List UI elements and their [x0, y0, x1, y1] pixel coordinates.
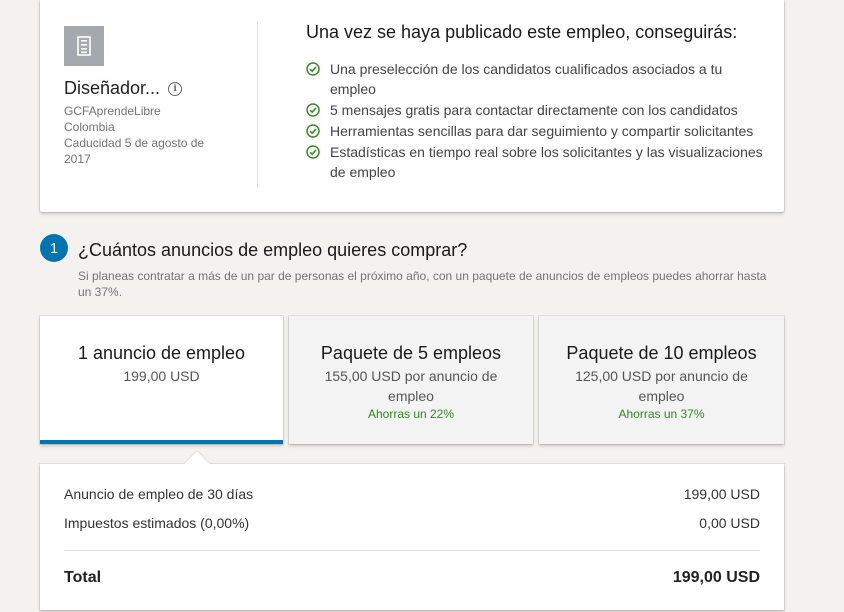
package-option-10[interactable]: Paquete de 10 empleos 125,00 USD por anu… — [539, 316, 784, 444]
step-subtitle: Si planeas contratar a más de un par de … — [78, 269, 767, 299]
job-summary-card: Diseñador... i GCFAprendeLibre Colombia … — [40, 0, 784, 212]
step-number-badge: 1 — [40, 234, 68, 262]
check-circle-icon — [306, 62, 320, 76]
summary-label: Impuestos estimados (0,00%) — [64, 515, 250, 531]
benefits-title: Una vez se haya publicado este empleo, c… — [306, 22, 738, 42]
company-name: GCFAprendeLibre — [64, 104, 161, 118]
benefit-item: 5 mensajes gratis para contactar directa… — [306, 100, 766, 120]
summary-value: 199,00 USD — [683, 486, 760, 502]
job-meta: GCFAprendeLibre Colombia Caducidad 5 de … — [64, 103, 234, 167]
job-title: Diseñador... — [64, 78, 161, 98]
benefit-text: 5 mensajes gratis para contactar directa… — [330, 102, 738, 118]
summary-row-total: Total 199,00 USD — [64, 569, 760, 587]
benefit-item: Estadísticas en tiempo real sobre los so… — [306, 142, 766, 182]
job-details: Diseñador... i GCFAprendeLibre Colombia … — [64, 26, 234, 167]
package-price: 155,00 USD por anuncio de empleo — [324, 368, 498, 404]
package-savings: Ahorras un 22% — [367, 407, 455, 421]
benefit-text: Herramientas sencillas para dar seguimie… — [330, 123, 754, 139]
package-title: 1 anuncio de empleo — [77, 343, 246, 363]
package-price: 125,00 USD por anuncio de empleo — [575, 368, 748, 404]
summary-divider — [64, 550, 760, 551]
summary-value: 0,00 USD — [699, 515, 760, 531]
price-summary-card: Anuncio de empleo de 30 días 199,00 USD … — [40, 451, 784, 610]
step-title: ¿Cuántos anuncios de empleo quieres comp… — [78, 240, 468, 260]
selection-pointer — [184, 451, 210, 477]
package-savings: Ahorras un 37% — [618, 407, 705, 421]
building-icon — [64, 26, 104, 66]
package-price: 199,00 USD — [123, 368, 200, 384]
selected-indicator — [40, 440, 283, 444]
summary-row-posting: Anuncio de empleo de 30 días 199,00 USD — [64, 486, 760, 502]
benefit-text: Una preselección de los candidatos cuali… — [330, 61, 723, 97]
check-circle-icon — [306, 103, 320, 117]
summary-label: Anuncio de empleo de 30 días — [64, 486, 254, 502]
job-title-row: Diseñador... i — [64, 78, 234, 99]
info-icon[interactable]: i — [168, 81, 183, 96]
check-circle-icon — [306, 145, 320, 159]
package-title: Paquete de 5 empleos — [320, 343, 502, 363]
total-label: Total — [64, 569, 102, 586]
benefit-item: Herramientas sencillas para dar seguimie… — [306, 121, 766, 141]
total-value: 199,00 USD — [672, 569, 760, 586]
check-circle-icon — [306, 124, 320, 138]
job-location: Colombia — [64, 120, 115, 134]
benefit-item: Una preselección de los candidatos cuali… — [306, 59, 766, 99]
package-option-1[interactable]: 1 anuncio de empleo 199,00 USD — [40, 316, 283, 444]
divider — [257, 22, 258, 188]
benefits-section: Una vez se haya publicado este empleo, c… — [306, 22, 766, 183]
package-title: Paquete de 10 empleos — [566, 343, 757, 363]
job-expiry: Caducidad 5 de agosto de 2017 — [64, 136, 205, 166]
summary-row-taxes: Impuestos estimados (0,00%) 0,00 USD — [64, 515, 760, 531]
benefit-text: Estadísticas en tiempo real sobre los so… — [330, 144, 763, 180]
package-option-5[interactable]: Paquete de 5 empleos 155,00 USD por anun… — [289, 316, 533, 444]
